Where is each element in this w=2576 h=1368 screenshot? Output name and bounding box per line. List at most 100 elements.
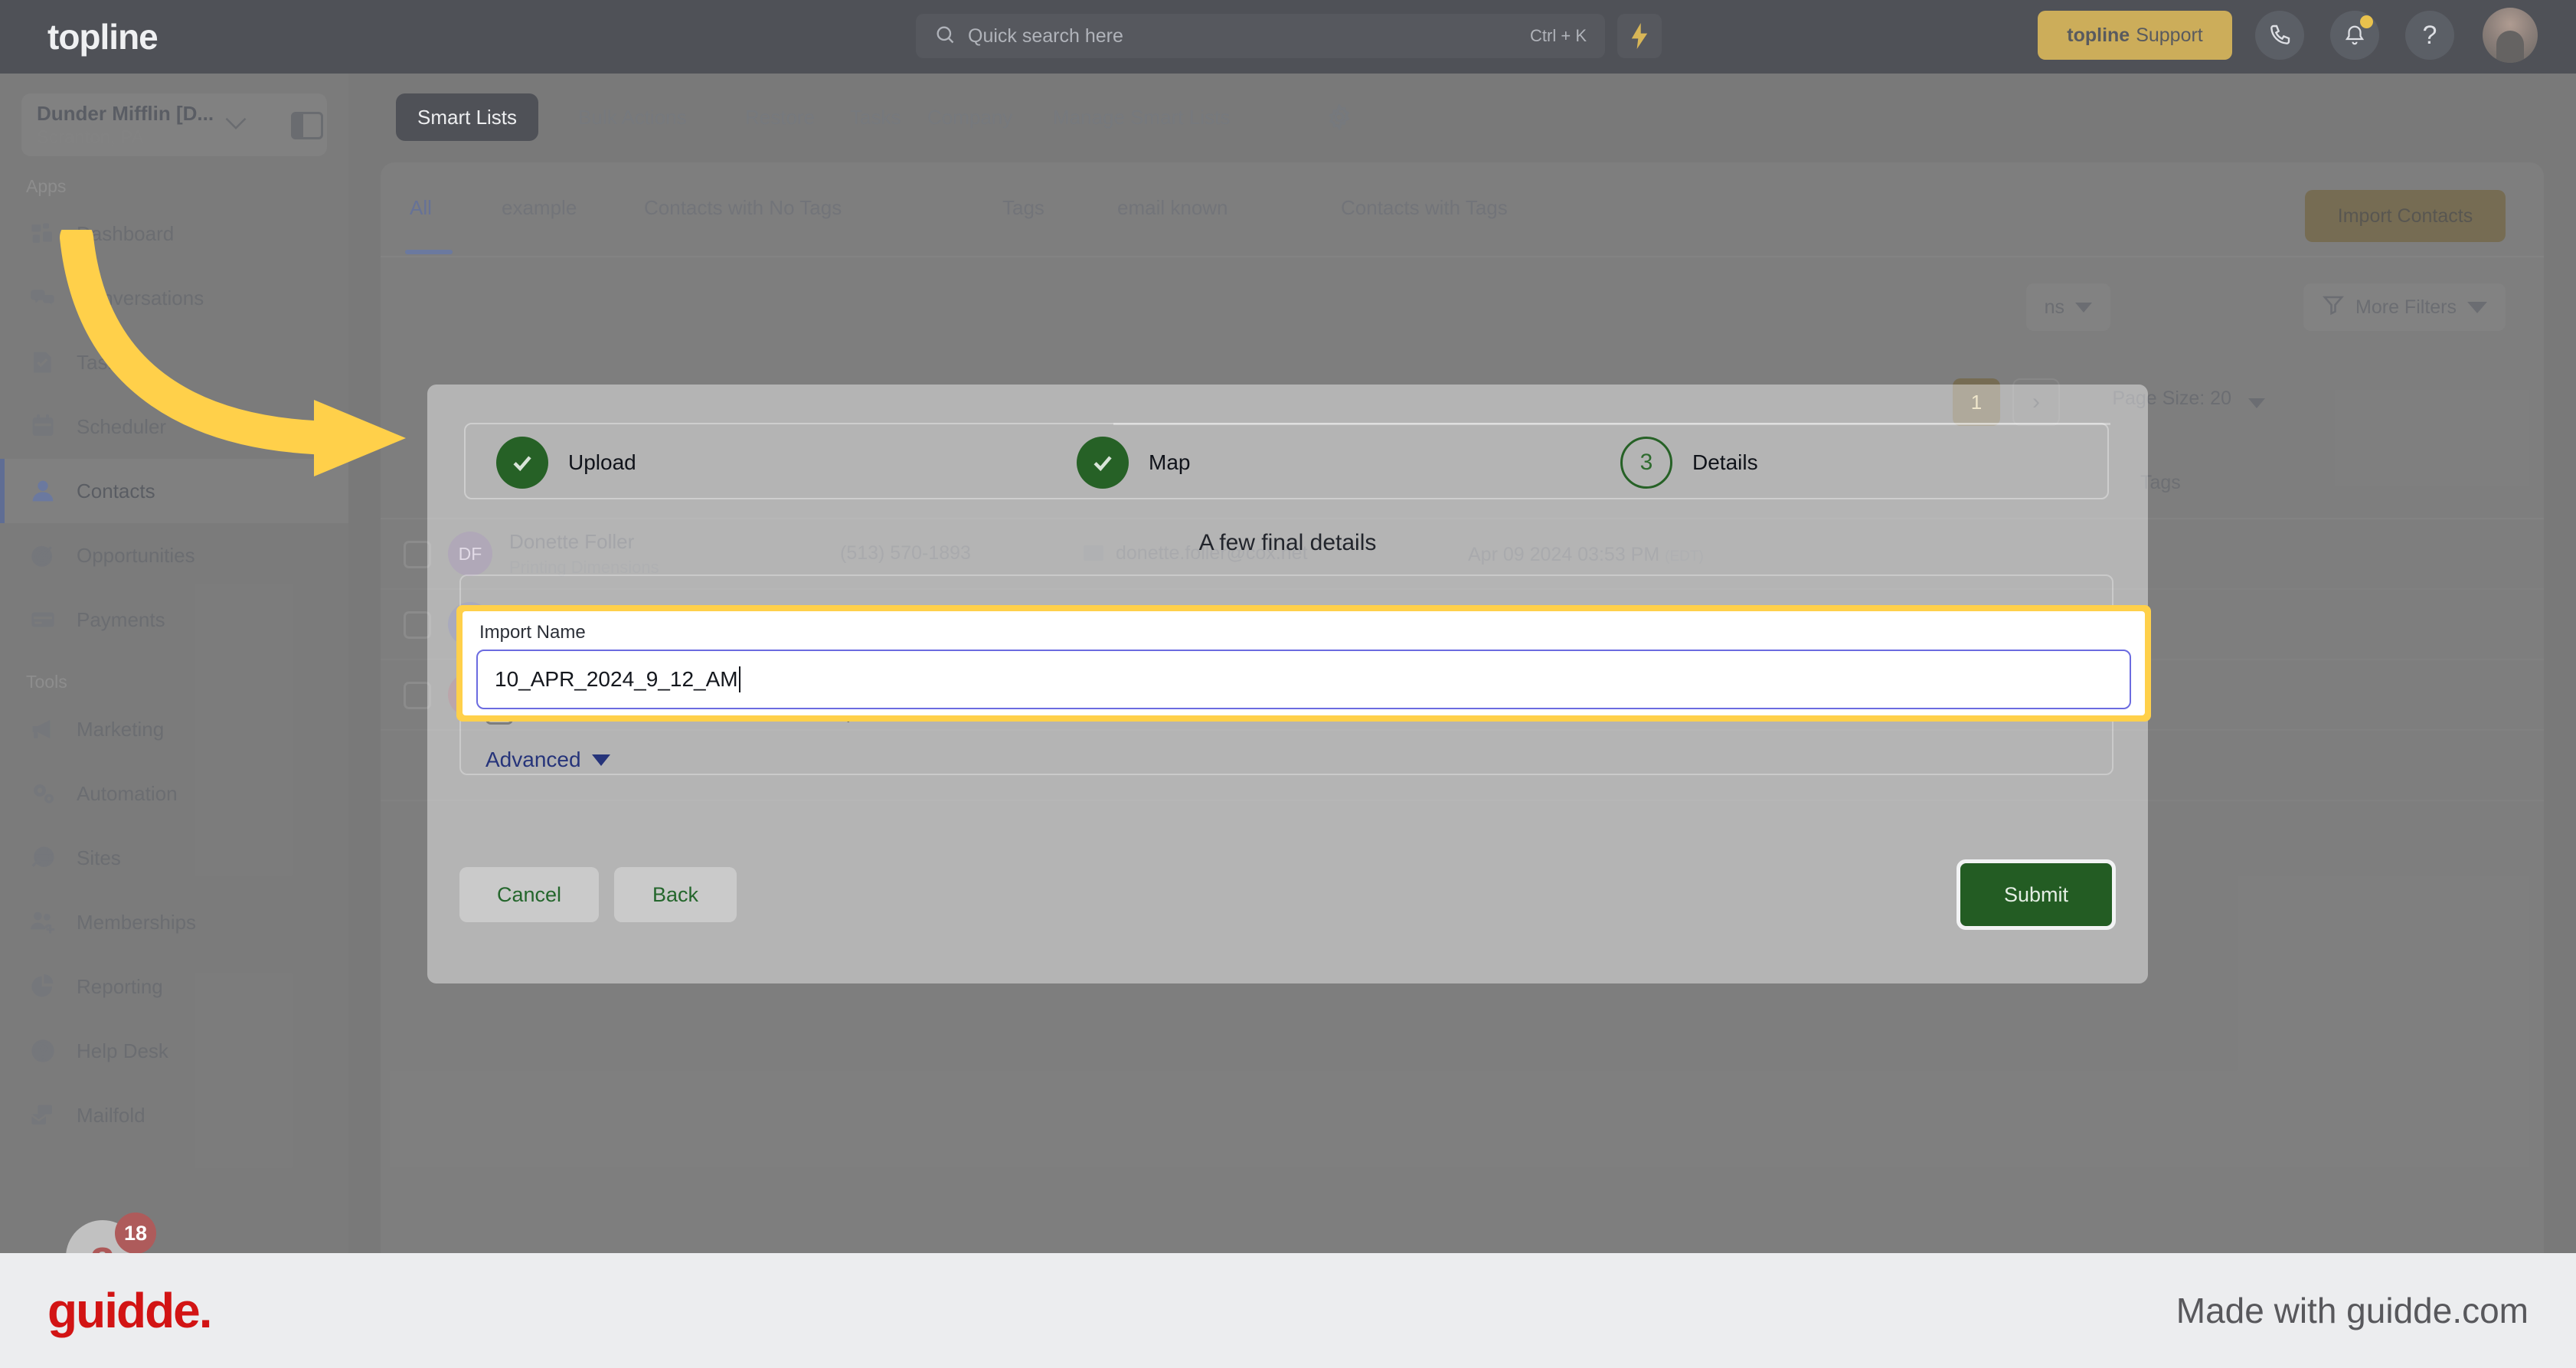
step-number: 3	[1620, 437, 1672, 489]
pie-chart-icon	[29, 974, 57, 999]
back-button[interactable]: Back	[614, 867, 737, 922]
cancel-button[interactable]: Cancel	[459, 867, 599, 922]
avatar[interactable]	[2483, 8, 2538, 63]
filter-tab-tags[interactable]: Tags	[1002, 196, 1044, 220]
step-details[interactable]: 3 Details	[1620, 437, 1758, 489]
sidebar-item-label: Help Desk	[77, 1039, 168, 1062]
chevron-down-icon[interactable]	[2248, 398, 2265, 408]
megaphone-icon	[29, 717, 57, 741]
gear-icon[interactable]	[1326, 103, 1352, 134]
submit-button-highlight: Submit	[1957, 859, 2116, 930]
advanced-toggle[interactable]: Advanced	[485, 748, 610, 772]
sidebar-toggle-icon[interactable]	[291, 112, 323, 139]
quick-search-input[interactable]: Quick search here Ctrl + K	[916, 14, 1605, 58]
sidebar-item-label: Opportunities	[77, 543, 195, 567]
step-label: Details	[1692, 450, 1758, 474]
sidebar-item-sites[interactable]: Sites	[0, 826, 348, 890]
help-glyph: ?	[2422, 20, 2437, 50]
sidebar-item-help-desk[interactable]: Help Desk	[0, 1019, 348, 1083]
funnel-icon	[2322, 293, 2345, 322]
sidebar-item-marketing[interactable]: Marketing	[0, 697, 348, 761]
phone-icon[interactable]	[2255, 11, 2304, 60]
target-icon	[29, 543, 57, 568]
import-name-value: 10_APR_2024_9_12_AM	[495, 667, 738, 691]
lightning-bolt-icon[interactable]	[1617, 14, 1662, 58]
top-navigation-bar: topline Quick search here Ctrl + K topli…	[0, 0, 2576, 74]
sidebar-section-tools-label: Tools	[26, 672, 67, 692]
tab-restore[interactable]: Restore	[745, 93, 815, 141]
topline-logo: topline	[47, 17, 159, 57]
sidebar-item-memberships[interactable]: Memberships	[0, 890, 348, 954]
import-stepper: Upload Map 3 Details	[464, 423, 2110, 499]
sidebar-item-label: Memberships	[77, 910, 197, 934]
import-name-input[interactable]: 10_APR_2024_9_12_AM	[476, 650, 2131, 709]
contacts-tabstrip: Smart Lists Bulk Actions Restore Tasks C…	[348, 74, 2576, 162]
chevron-down-icon	[2075, 302, 2092, 313]
contacts-toolbar: ns More Filters	[381, 257, 2544, 354]
smartlist-filter-row: All example Contacts with No Tags Tags e…	[381, 162, 2544, 257]
columns-label: ns	[2044, 296, 2064, 318]
import-contacts-button[interactable]: Import Contacts	[2305, 190, 2506, 242]
location-name: Dunder Mifflin [D...	[37, 101, 214, 125]
step-label: Map	[1149, 450, 1191, 474]
support-brand-label: topline	[2067, 24, 2130, 46]
stepper-divider	[1113, 423, 2110, 425]
sidebar-item-label: Payments	[77, 607, 165, 631]
quick-action-badge: 18	[115, 1213, 156, 1254]
filter-tab-contacts-with-no-tags[interactable]: Contacts with No Tags	[644, 196, 842, 220]
location-sublabel: Scranton, PA	[37, 126, 144, 148]
modal-footer: Cancel Back Submit	[427, 829, 2148, 983]
text-caret	[738, 666, 740, 692]
advanced-label: Advanced	[485, 748, 581, 771]
tab-smart-lists[interactable]: Smart Lists	[396, 93, 539, 141]
support-label: Support	[2136, 24, 2203, 46]
sidebar-item-payments[interactable]: Payments	[0, 587, 348, 652]
tab-bulk-actions[interactable]: Bulk Actions	[578, 93, 687, 141]
step-upload[interactable]: Upload	[496, 437, 636, 489]
quick-search-shortcut: Ctrl + K	[1530, 26, 1587, 45]
filter-tab-contacts-with-tags[interactable]: Contacts with Tags	[1341, 196, 1508, 220]
sidebar-section-apps-label: Apps	[26, 176, 67, 196]
sidebar-item-label: Automation	[77, 781, 178, 805]
search-icon	[934, 24, 956, 49]
mail-stack-icon	[29, 1103, 57, 1127]
filter-tab-all[interactable]: All	[410, 196, 432, 220]
gears-icon	[29, 781, 57, 806]
columns-dropdown[interactable]: ns	[2026, 283, 2110, 331]
question-circle-icon	[29, 1039, 57, 1063]
location-selector[interactable]: Dunder Mifflin [D... Scranton, PA	[21, 93, 327, 156]
more-filters-label: More Filters	[2355, 296, 2457, 318]
modal-title: A few final details	[1198, 530, 1377, 555]
sidebar-item-mailfold[interactable]: Mailfold	[0, 1083, 348, 1147]
step-label: Upload	[568, 450, 636, 474]
tab-tasks[interactable]: Tasks	[850, 93, 901, 141]
filter-tab-example[interactable]: example	[502, 196, 577, 220]
globe-icon	[29, 846, 57, 870]
help-icon[interactable]: ?	[2405, 11, 2454, 60]
chevron-down-icon	[224, 116, 247, 134]
topline-support-button[interactable]: topline Support	[2038, 11, 2232, 60]
step-map[interactable]: Map	[1077, 437, 1190, 489]
notification-dot	[2360, 15, 2373, 28]
import-name-label: Import Name	[479, 622, 586, 643]
filter-tab-email-known[interactable]: email known	[1117, 196, 1228, 220]
more-filters-button[interactable]: More Filters	[2303, 283, 2506, 331]
annotation-arrow	[60, 230, 406, 476]
check-icon	[496, 437, 548, 489]
tab-company[interactable]: Company	[927, 93, 1012, 141]
guidde-footer: guidde. Made with guidde.com	[0, 1253, 2576, 1368]
sidebar-item-label: Mailfold	[77, 1103, 145, 1127]
sidebar-item-automation[interactable]: Automation	[0, 761, 348, 826]
tab-manage-smart-lists[interactable]: Manage Smart Lists	[1053, 93, 1230, 141]
people-plus-icon	[29, 910, 57, 934]
check-icon	[1077, 437, 1129, 489]
quick-search-placeholder: Quick search here	[968, 25, 1123, 47]
bell-icon[interactable]	[2330, 11, 2379, 60]
sidebar-item-label: Sites	[77, 846, 121, 869]
guidde-made-with: Made with guidde.com	[2176, 1291, 2529, 1330]
sidebar-item-label: Marketing	[77, 717, 165, 741]
sidebar-item-reporting[interactable]: Reporting	[0, 954, 348, 1019]
submit-button[interactable]: Submit	[1960, 863, 2112, 926]
guidde-logo: guidde.	[47, 1283, 213, 1338]
import-name-highlight: Import Name 10_APR_2024_9_12_AM	[456, 605, 2151, 722]
